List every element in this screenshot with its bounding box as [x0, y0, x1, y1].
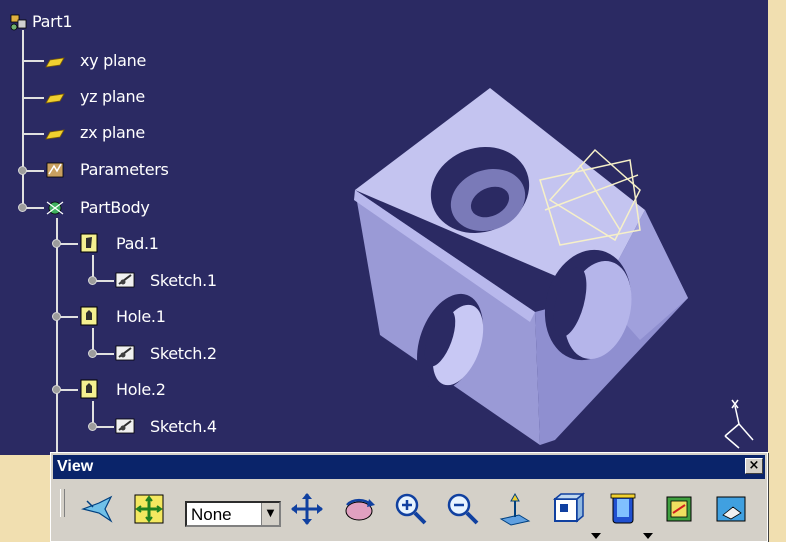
plane-icon[interactable] — [44, 52, 66, 72]
tree-expander[interactable] — [88, 276, 97, 285]
chevron-down-icon[interactable] — [643, 533, 653, 539]
swap-visible-space-icon[interactable] — [711, 489, 751, 529]
tree-expander[interactable] — [52, 239, 61, 248]
multi-view-icon[interactable] — [547, 489, 587, 529]
plane-icon[interactable] — [44, 124, 66, 144]
parameters-icon[interactable] — [44, 160, 66, 180]
tree-node-label[interactable]: zx plane — [80, 124, 145, 142]
tree-node-label[interactable]: Sketch.2 — [150, 345, 217, 363]
tree-node-label[interactable]: PartBody — [80, 199, 150, 217]
axis-compass-icon[interactable] — [715, 398, 760, 453]
sketch-icon[interactable] — [114, 416, 136, 436]
sketch-icon[interactable] — [114, 343, 136, 363]
render-style-value: None — [191, 505, 232, 524]
tree-node-label[interactable]: Pad.1 — [116, 235, 159, 253]
tree-expander[interactable] — [88, 422, 97, 431]
render-style-select[interactable]: None ▼ — [185, 501, 281, 527]
pan-icon[interactable] — [287, 489, 327, 529]
zoom-out-icon[interactable] — [443, 489, 483, 529]
tree-expander[interactable] — [52, 385, 61, 394]
tree-node-label[interactable]: xy plane — [80, 52, 146, 70]
tree-node-label[interactable]: Sketch.1 — [150, 272, 217, 290]
tree-expander[interactable] — [88, 349, 97, 358]
view-toolbar[interactable]: View × None ▼ — [50, 452, 768, 542]
hole-icon[interactable] — [78, 306, 100, 326]
toolbar-close-button[interactable]: × — [745, 458, 763, 474]
partbody-icon[interactable] — [44, 198, 66, 218]
tree-node-label[interactable]: Sketch.4 — [150, 418, 217, 436]
normal-view-icon[interactable] — [495, 489, 535, 529]
toolbar-title[interactable]: View — [53, 455, 765, 479]
hide-show-icon[interactable] — [659, 489, 699, 529]
chevron-down-icon[interactable]: ▼ — [261, 503, 279, 525]
rotate-icon[interactable] — [339, 489, 379, 529]
tree-expander[interactable] — [18, 166, 27, 175]
part-3d-model[interactable] — [340, 80, 700, 450]
tree-connector — [22, 97, 44, 99]
tree-node-label[interactable]: Hole.1 — [116, 308, 166, 326]
plane-icon[interactable] — [44, 88, 66, 108]
tree-root-label[interactable]: Part1 — [32, 13, 73, 31]
part-icon[interactable] — [8, 12, 30, 32]
tree-node-label[interactable]: yz plane — [80, 88, 145, 106]
window-frame-right — [768, 0, 786, 460]
fit-all-in-icon[interactable] — [129, 489, 169, 529]
tree-connector — [56, 218, 58, 458]
tree-connector — [22, 60, 44, 62]
hole-icon[interactable] — [78, 379, 100, 399]
tree-node-label[interactable]: Hole.2 — [116, 381, 166, 399]
chevron-down-icon[interactable] — [591, 533, 601, 539]
zoom-in-icon[interactable] — [391, 489, 431, 529]
tree-connector — [22, 133, 44, 135]
tree-connector — [22, 30, 24, 210]
sketch-icon[interactable] — [114, 270, 136, 290]
pad-icon[interactable] — [78, 233, 100, 253]
quick-view-icon[interactable] — [603, 489, 643, 529]
toolbar-grip[interactable] — [60, 489, 65, 517]
fly-mode-icon[interactable] — [77, 489, 117, 529]
tree-expander[interactable] — [52, 312, 61, 321]
tree-node-label[interactable]: Parameters — [80, 161, 169, 179]
tree-expander[interactable] — [18, 203, 27, 212]
